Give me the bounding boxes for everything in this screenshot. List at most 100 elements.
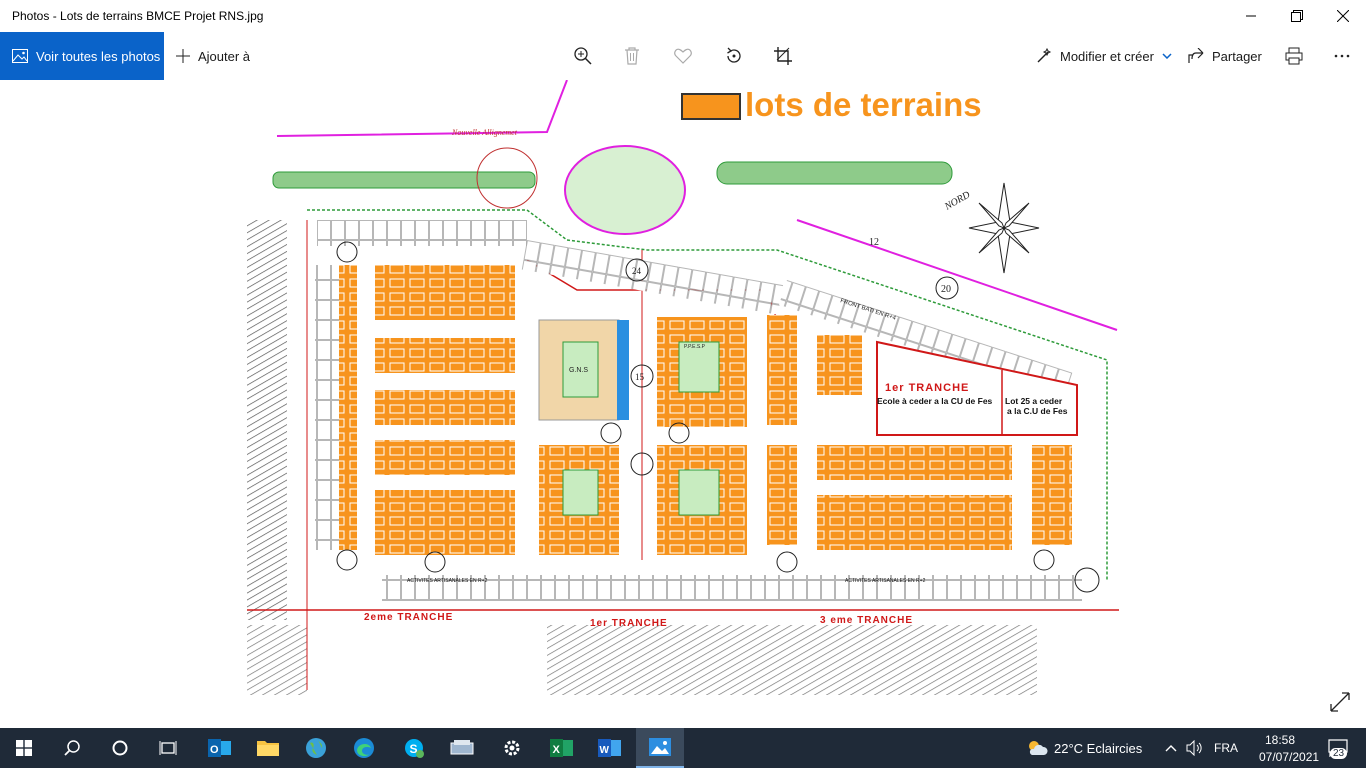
- edit-magic-icon: [1037, 48, 1052, 63]
- lot25-label-line1: Lot 25 a ceder: [1005, 396, 1063, 406]
- lot25-label-line2: a la C.U de Fes: [1007, 406, 1068, 416]
- volume-button[interactable]: [1184, 728, 1206, 768]
- excel-icon: X: [550, 739, 573, 757]
- lot-strip-left: [315, 265, 339, 550]
- crop-icon: [774, 47, 792, 65]
- word-taskbar-button[interactable]: W: [586, 728, 634, 768]
- show-hidden-icons-button[interactable]: [1160, 728, 1182, 768]
- weather-widget[interactable]: [1020, 728, 1054, 768]
- search-button[interactable]: [48, 728, 96, 768]
- title-bar: Photos - Lots de terrains BMCE Projet RN…: [0, 0, 1366, 32]
- lot-12-label: 12: [869, 237, 879, 248]
- share-label: Partager: [1212, 48, 1262, 64]
- site-plan-image: 12 20 24 15 Nouvelle Allignemet NORD FRO…: [247, 80, 1119, 696]
- clock-date[interactable]: 07/07/2021: [1259, 750, 1319, 764]
- edge-taskbar-button[interactable]: [340, 728, 388, 768]
- add-to-button[interactable]: Ajouter à: [176, 32, 250, 80]
- nouvelle-allignement-label: Nouvelle Allignemet: [451, 128, 518, 137]
- hatched-building-left: [247, 220, 287, 620]
- share-icon: [1188, 48, 1204, 63]
- cortana-icon: [112, 740, 128, 756]
- app-toolbar: Voir toutes les photos Ajouter à Modifie…: [0, 32, 1366, 80]
- tranche3-label: 3 eme TRANCHE: [820, 615, 913, 626]
- skype-taskbar-button[interactable]: S: [390, 728, 438, 768]
- print-icon: [1285, 47, 1303, 65]
- minimize-button[interactable]: [1228, 0, 1274, 32]
- hatched-building-bottom: [547, 625, 1037, 695]
- file-explorer-button[interactable]: [244, 728, 292, 768]
- close-icon: [1337, 10, 1349, 22]
- photos-taskbar-button[interactable]: [636, 728, 684, 768]
- maps-taskbar-button[interactable]: [292, 728, 340, 768]
- windows-icon: [16, 740, 32, 756]
- favorite-button[interactable]: [671, 44, 695, 68]
- svg-text:W: W: [600, 745, 610, 756]
- scanner-icon: [450, 740, 474, 755]
- boundary-line-top: [276, 80, 568, 137]
- hatched-building-bottom-left: [247, 625, 307, 695]
- print-button[interactable]: [1282, 44, 1306, 68]
- legend-title: lots de terrains: [745, 86, 982, 123]
- folder-icon: [257, 741, 279, 756]
- notification-badge: 23: [1330, 748, 1348, 759]
- weather-icon: [1029, 741, 1048, 755]
- settings-taskbar-button[interactable]: [488, 728, 536, 768]
- window-title: Photos - Lots de terrains BMCE Projet RN…: [12, 9, 264, 23]
- excel-taskbar-button[interactable]: X: [538, 728, 586, 768]
- close-button[interactable]: [1320, 0, 1366, 32]
- maximize-button[interactable]: [1274, 0, 1320, 32]
- legend-swatch: [681, 93, 741, 120]
- chevron-up-icon: [1165, 745, 1177, 752]
- add-to-label: Ajouter à: [198, 48, 251, 64]
- search-icon: [64, 740, 80, 756]
- crop-button[interactable]: [771, 44, 795, 68]
- view-all-photos-button[interactable]: Voir toutes les photos: [0, 32, 164, 80]
- task-view-button[interactable]: [144, 728, 192, 768]
- clock-time[interactable]: 18:58: [1265, 733, 1295, 747]
- tranche1-label: 1er TRANCHE: [885, 382, 969, 394]
- fullscreen-button[interactable]: [1330, 692, 1354, 716]
- task-view-icon: [159, 741, 177, 755]
- lot-strip-curved: [521, 240, 784, 315]
- edge-icon: [354, 738, 374, 758]
- chevron-down-icon: [1162, 53, 1172, 59]
- outlook-taskbar-button[interactable]: O: [196, 728, 244, 768]
- view-all-label: Voir toutes les photos: [36, 48, 161, 64]
- share-button[interactable]: Partager: [1188, 32, 1262, 80]
- edit-create-button[interactable]: Modifier et créer: [1036, 32, 1180, 80]
- tranche2-label: 2eme TRANCHE: [364, 612, 453, 623]
- zoom-in-button[interactable]: [571, 44, 595, 68]
- gns-label: G.N.S: [569, 367, 588, 374]
- activites-label-left: ACTIVITES ARTISANALES EN R+2: [407, 578, 488, 584]
- restore-icon: [1291, 10, 1303, 22]
- lot-20-label: 20: [941, 284, 951, 295]
- minimize-icon: [1246, 15, 1256, 17]
- more-options-button[interactable]: [1330, 44, 1354, 68]
- ppesp-label: P.P.E.S.P: [684, 344, 706, 350]
- expand-icon: [1330, 692, 1350, 712]
- plus-icon: [176, 49, 190, 63]
- zoom-in-icon: [574, 47, 592, 65]
- language-indicator[interactable]: FRA: [1214, 741, 1238, 755]
- delete-button[interactable]: [620, 44, 644, 68]
- ecole-label: Ecole à ceder a la CU de Fes: [877, 396, 993, 406]
- globe-icon: [306, 738, 326, 758]
- photos-app-icon: [649, 738, 671, 756]
- rotate-icon: [727, 47, 741, 63]
- ellipsis-icon: [1334, 54, 1350, 58]
- gear-icon: [504, 740, 520, 756]
- svg-text:O: O: [210, 744, 219, 756]
- route-15-label: 15: [635, 372, 645, 382]
- speaker-icon: [1186, 740, 1202, 756]
- trash-icon: [625, 47, 639, 65]
- rotate-button[interactable]: [722, 44, 746, 68]
- heart-icon: [674, 48, 692, 64]
- start-button[interactable]: [0, 728, 48, 768]
- device-taskbar-button[interactable]: [438, 728, 486, 768]
- skype-icon: S: [405, 739, 424, 758]
- outlook-icon: O: [208, 739, 231, 757]
- tree-row-left: [272, 171, 536, 189]
- cortana-button[interactable]: [96, 728, 144, 768]
- edit-create-label: Modifier et créer: [1060, 48, 1154, 64]
- nord-label: NORD: [942, 189, 973, 213]
